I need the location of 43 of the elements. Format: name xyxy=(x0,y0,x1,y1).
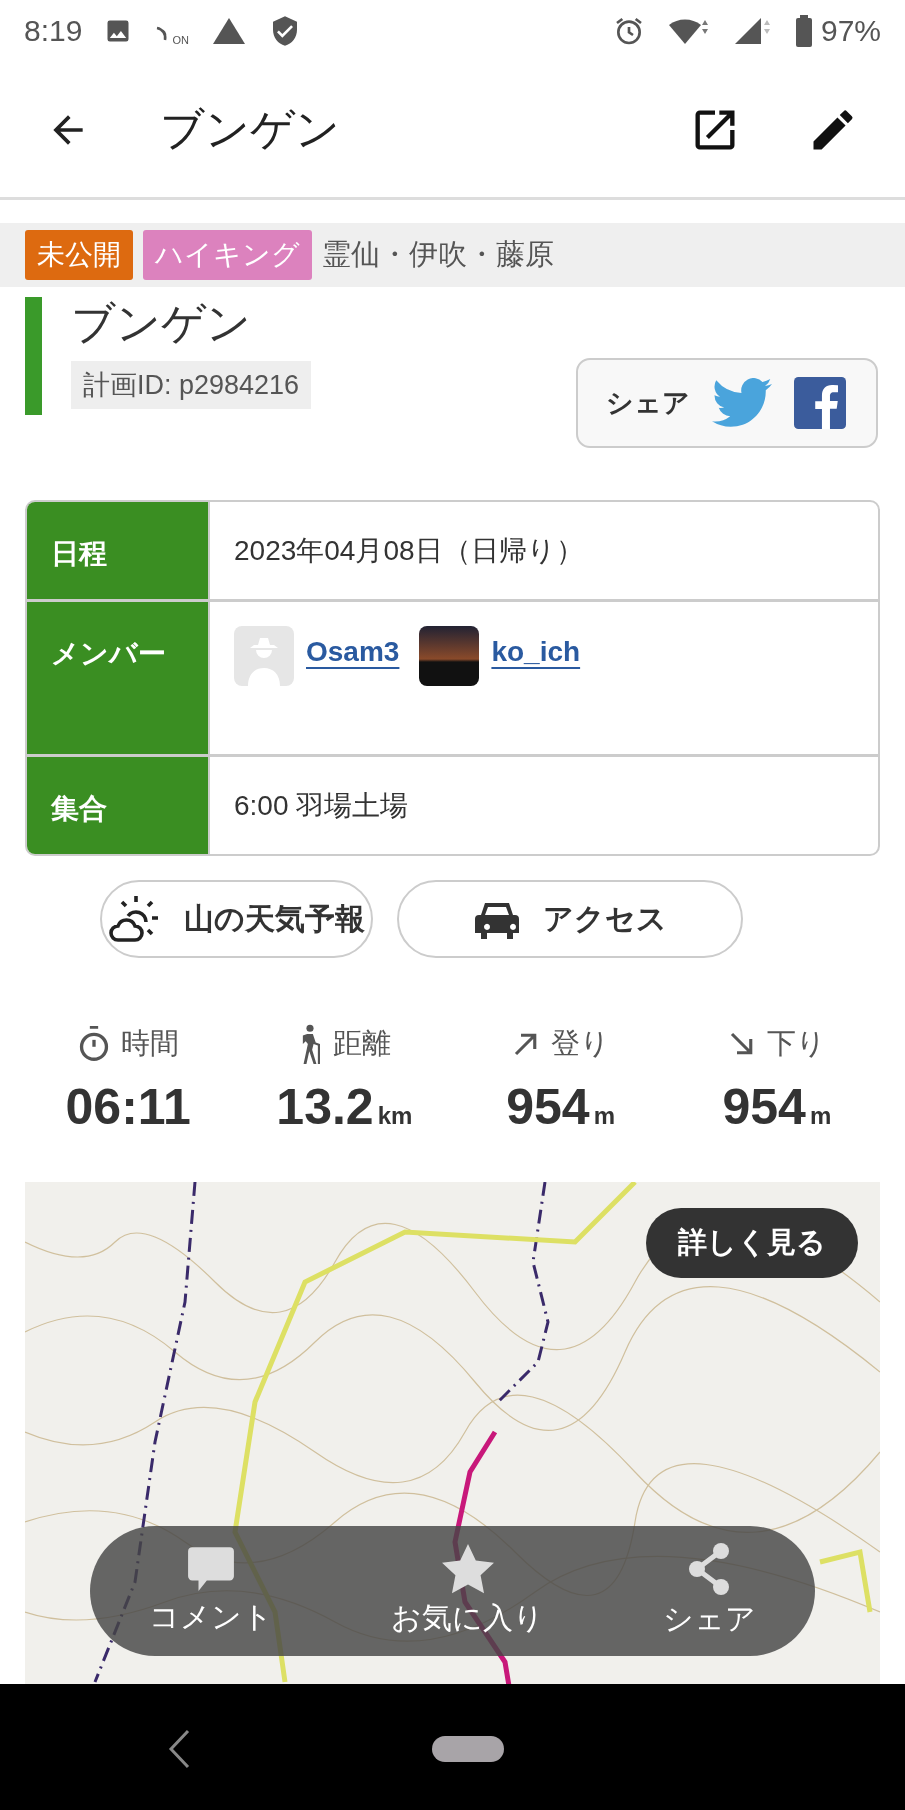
stat-unit: m xyxy=(593,1102,615,1130)
stat-value: 954 xyxy=(722,1078,806,1136)
avatar-photo-placeholder xyxy=(419,626,480,686)
tag-label: 未公開 xyxy=(25,230,133,280)
status-time: 8:19 xyxy=(24,14,83,48)
speech-bubble-icon xyxy=(186,1544,237,1593)
share-action-button[interactable]: シェア xyxy=(652,1542,766,1640)
bird-icon[interactable] xyxy=(712,378,772,428)
tag-label: ハイキング xyxy=(143,230,312,280)
detail-label: 日程 xyxy=(27,502,210,599)
home-pill-icon[interactable] xyxy=(432,1736,504,1762)
detail-value: 2023年04月08日（日帰り） xyxy=(234,533,584,568)
back-chevron-icon[interactable] xyxy=(168,1729,190,1769)
f-logo-icon[interactable] xyxy=(794,377,846,429)
nfc-indicator: ON xyxy=(154,16,189,46)
star-icon xyxy=(442,1543,494,1594)
triangle-icon xyxy=(210,16,247,46)
plan-title: ブンゲン xyxy=(71,297,252,349)
battery-icon xyxy=(794,15,813,47)
member-link[interactable]: Osam3 xyxy=(306,636,400,676)
stat-value: 06:11 xyxy=(65,1078,191,1136)
page-title: ブンゲン xyxy=(160,103,341,155)
stat-label: 時間 xyxy=(121,1026,180,1061)
detail-label: 集合 xyxy=(27,757,210,854)
comment-action-button[interactable]: コメント xyxy=(139,1544,284,1638)
stat-label: 下り xyxy=(767,1026,827,1061)
member-link[interactable]: ko_ich xyxy=(491,636,581,676)
plan-id-label: 計画ID: p2984216 xyxy=(71,361,312,409)
stat-unit: m xyxy=(809,1102,832,1130)
star-action-button[interactable]: お気に入り xyxy=(381,1543,555,1639)
avatar-silhouette-icon xyxy=(234,626,294,686)
detail-label: メンバー xyxy=(27,602,210,754)
stat-unit: km xyxy=(377,1102,413,1130)
stat-label: 登り xyxy=(551,1026,611,1061)
area-label: 霊仙・伊吹・藤原 xyxy=(322,237,554,272)
battery-percent: 97% xyxy=(820,14,881,48)
stat-label: 距離 xyxy=(333,1026,392,1061)
weather-button[interactable]: 山の天気予報 xyxy=(100,880,373,958)
stat-value: 13.2 xyxy=(276,1078,374,1136)
details-button[interactable]: 詳しく見る xyxy=(646,1208,858,1278)
stat-value: 954 xyxy=(506,1078,590,1136)
detail-value: 6:00 羽場土場 xyxy=(234,788,409,823)
share-label: シェア xyxy=(606,387,690,420)
